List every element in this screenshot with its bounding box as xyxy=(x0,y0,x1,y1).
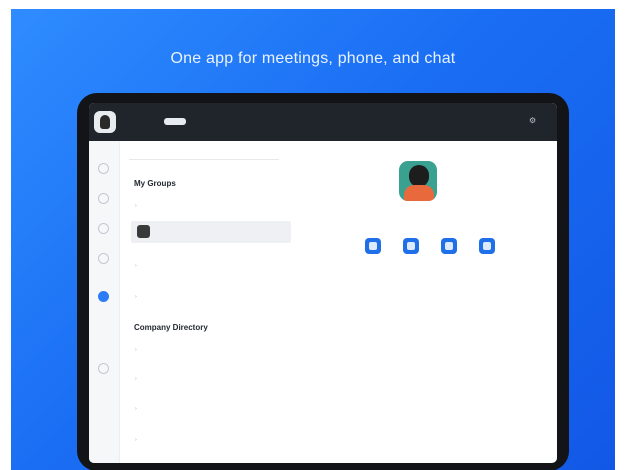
meetings-icon[interactable] xyxy=(98,223,109,234)
list-item[interactable]: › xyxy=(131,339,291,361)
list-item[interactable]: › xyxy=(131,255,291,277)
promo-banner: One app for meetings, phone, and chat ⚙ xyxy=(11,9,615,470)
chevron-right-icon: › xyxy=(135,294,137,300)
headline: One app for meetings, phone, and chat xyxy=(170,50,456,67)
top-bar: ⚙ xyxy=(89,103,557,141)
company-directory-title: Company Directory xyxy=(134,323,208,332)
list-item[interactable]: › xyxy=(131,398,291,420)
left-rail xyxy=(89,141,120,463)
chevron-right-icon: › xyxy=(135,406,137,412)
chevron-right-icon: › xyxy=(135,347,137,353)
chat-action-button[interactable] xyxy=(365,238,381,254)
phone-action-button[interactable] xyxy=(403,238,419,254)
tab-active-indicator[interactable] xyxy=(164,118,186,125)
list-item-selected[interactable] xyxy=(131,221,291,243)
chat-icon[interactable] xyxy=(98,193,109,204)
app-screen: ⚙ My Groups › › › Company Directory › › … xyxy=(89,103,557,463)
profile-avatar xyxy=(399,161,437,201)
tablet-frame: ⚙ My Groups › › › Company Directory › › … xyxy=(77,93,569,470)
settings-rail-icon[interactable] xyxy=(98,363,109,374)
more-action-button[interactable] xyxy=(479,238,495,254)
chevron-right-icon: › xyxy=(135,203,137,209)
search-input[interactable] xyxy=(129,149,279,160)
contact-avatar xyxy=(137,225,150,238)
list-item[interactable]: › xyxy=(131,286,291,308)
settings-icon[interactable]: ⚙ xyxy=(529,116,536,125)
chevron-right-icon: › xyxy=(135,263,137,269)
video-action-button[interactable] xyxy=(441,238,457,254)
chevron-right-icon: › xyxy=(135,376,137,382)
phone-icon[interactable] xyxy=(98,253,109,264)
contacts-icon[interactable] xyxy=(98,291,109,302)
home-icon[interactable] xyxy=(98,163,109,174)
user-avatar[interactable] xyxy=(94,111,116,133)
list-item[interactable]: › xyxy=(131,429,291,451)
chevron-right-icon: › xyxy=(135,437,137,443)
my-groups-title: My Groups xyxy=(134,179,176,188)
list-item[interactable]: › xyxy=(131,368,291,390)
list-item[interactable]: › xyxy=(131,195,291,217)
